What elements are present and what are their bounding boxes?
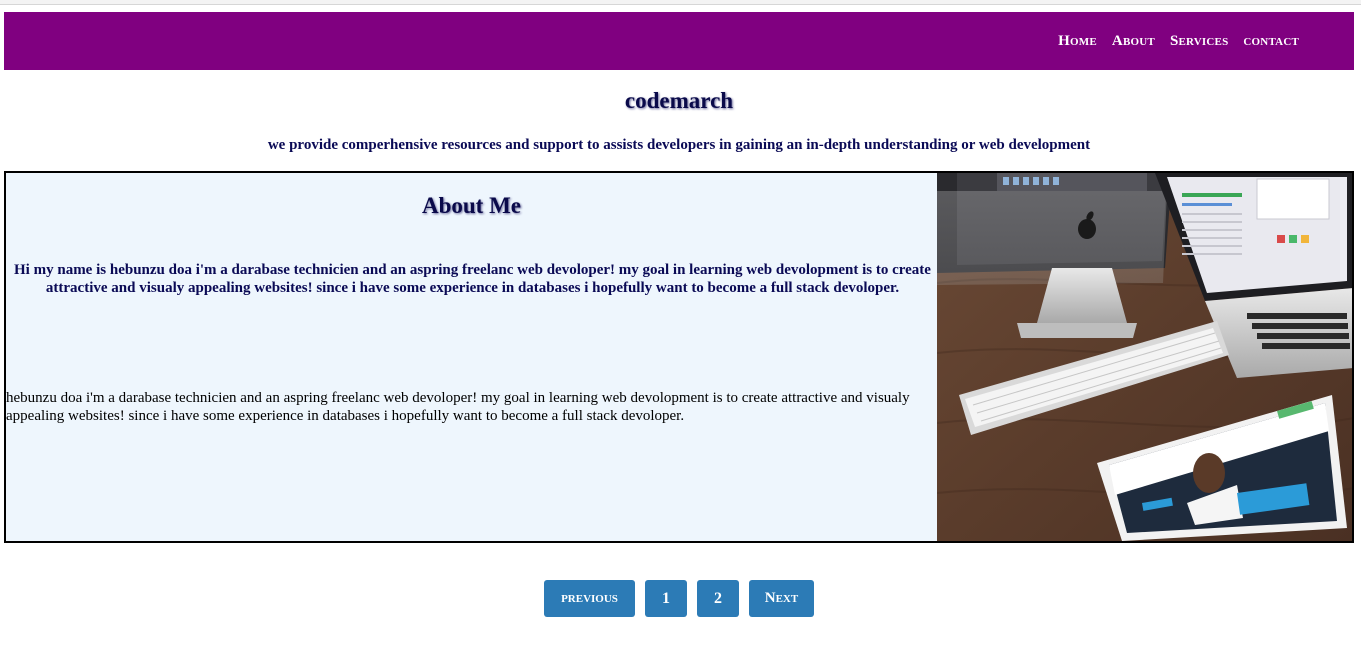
nav-link-contact[interactable]: contact [1243,33,1299,50]
nav-link-about[interactable]: About [1112,33,1155,50]
navbar: Home About Services contact [4,12,1354,70]
page-2-button[interactable]: 2 [697,580,739,617]
about-intro-text: Hi my name is hebunzu doa i'm a darabase… [14,262,931,296]
about-body-text: hebunzu doa i'm a darabase technicien an… [6,390,910,424]
nav-link-home[interactable]: Home [1058,33,1097,50]
site-tagline: we provide comperhensive resources and s… [267,137,1091,153]
previous-page-button[interactable]: previous [544,580,635,617]
about-text-panel: About Me Hi my name is hebunzu doa i'm a… [6,173,937,541]
nav-link-services[interactable]: Services [1170,33,1228,50]
page-1-button[interactable]: 1 [645,580,687,617]
about-section: About Me Hi my name is hebunzu doa i'm a… [4,171,1354,543]
workspace-photo-icon [937,173,1352,541]
browser-top-edge [0,0,1361,5]
pagination: previous 1 2 Next [544,580,814,617]
about-heading: About Me [421,193,522,218]
site-title: codemarch [624,88,734,113]
next-page-button[interactable]: Next [749,580,814,617]
nav-links: Home About Services contact [1058,12,1299,70]
